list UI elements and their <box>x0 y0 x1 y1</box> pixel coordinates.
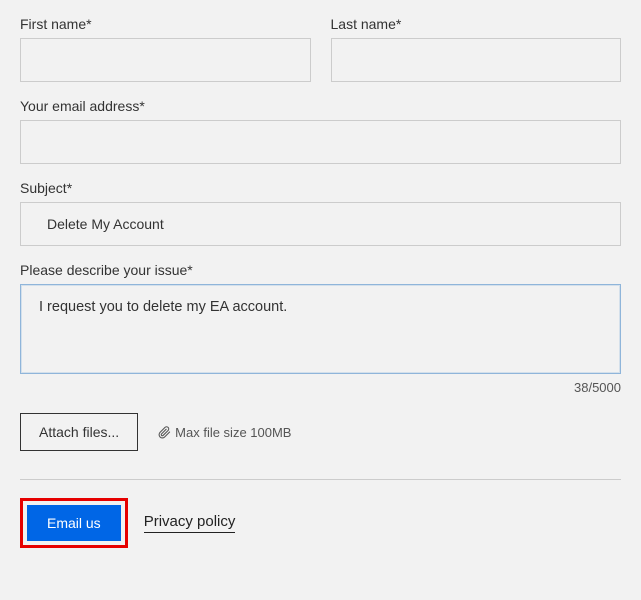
char-counter: 38/5000 <box>20 380 621 395</box>
subject-label: Subject* <box>20 180 621 196</box>
subject-input[interactable] <box>20 202 621 246</box>
paperclip-icon <box>158 426 171 439</box>
email-us-button[interactable]: Email us <box>27 505 121 541</box>
email-input[interactable] <box>20 120 621 164</box>
first-name-label: First name* <box>20 16 311 32</box>
last-name-input[interactable] <box>331 38 622 82</box>
attach-files-button[interactable]: Attach files... <box>20 413 138 451</box>
issue-label: Please describe your issue* <box>20 262 621 278</box>
issue-textarea[interactable] <box>20 284 621 374</box>
last-name-label: Last name* <box>331 16 622 32</box>
divider <box>20 479 621 480</box>
email-label: Your email address* <box>20 98 621 114</box>
highlight-box: Email us <box>20 498 128 548</box>
first-name-input[interactable] <box>20 38 311 82</box>
file-size-hint-text: Max file size 100MB <box>175 425 291 440</box>
privacy-policy-link[interactable]: Privacy policy <box>144 513 236 533</box>
file-size-hint: Max file size 100MB <box>158 425 291 440</box>
